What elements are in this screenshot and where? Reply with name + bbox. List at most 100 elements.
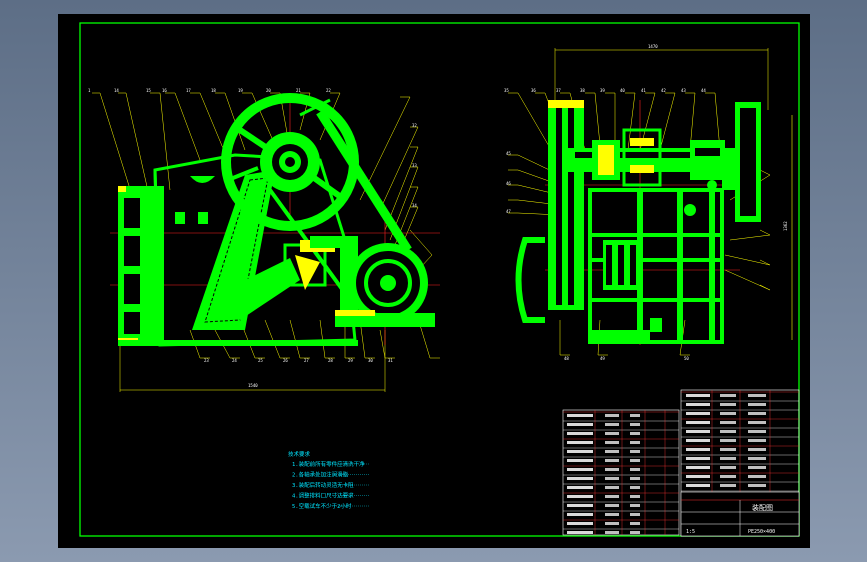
parts-cell-mat (630, 468, 640, 471)
balloon-number: 47 (506, 209, 511, 214)
parts-cell-mat (630, 486, 640, 489)
parts-cell-name (567, 468, 593, 471)
drawing-title: 装配图 (752, 503, 773, 512)
parts-cell-qty (720, 430, 736, 433)
balloon-number: 41 (641, 88, 646, 93)
parts-cell-qty (605, 414, 619, 417)
parts-cell-name (686, 430, 710, 433)
balloon-number: 14 (114, 88, 119, 93)
notes-heading: 技术要求 (288, 450, 311, 458)
drawing-scale: 1:5 (686, 529, 695, 535)
parts-cell-qty (605, 441, 619, 444)
parts-cell-qty (720, 475, 736, 478)
balloon-number: 29 (348, 358, 353, 363)
parts-cell-name (567, 432, 593, 435)
parts-cell-name (567, 414, 593, 417)
parts-cell-mat (630, 414, 640, 417)
balloon-number: 20 (266, 88, 271, 93)
parts-cell-name (686, 466, 710, 469)
parts-cell-qty (720, 448, 736, 451)
balloon-number: 32 (412, 123, 417, 128)
parts-cell-mat (748, 430, 766, 433)
parts-cell-qty (720, 484, 736, 487)
parts-cell-name (686, 403, 710, 406)
balloon-number: 39 (600, 88, 605, 93)
parts-cell-mat (630, 477, 640, 480)
parts-cell-qty (605, 486, 619, 489)
parts-cell-mat (748, 466, 766, 469)
parts-cell-qty (605, 423, 619, 426)
cad-viewport[interactable]: 1540 1470 1362 技术要求 1.装配前所有零件应清洗干净 2.各轴承… (0, 0, 867, 562)
balloon-number: 43 (681, 88, 686, 93)
dim-height-text: 1362 (783, 221, 788, 231)
balloon-number: 22 (326, 88, 331, 93)
balloon-number: 26 (283, 358, 288, 363)
parts-cell-name (567, 486, 593, 489)
parts-cell-mat (748, 421, 766, 424)
balloon-number: 16 (162, 88, 167, 93)
parts-cell-mat (630, 495, 640, 498)
balloon-number: 24 (232, 358, 237, 363)
balloon-number: 23 (204, 358, 209, 363)
balloon-number: 37 (556, 88, 561, 93)
front-base-plate (118, 340, 358, 346)
parts-cell-name (686, 421, 710, 424)
balloon-number: 49 (600, 356, 605, 361)
parts-cell-mat (630, 504, 640, 507)
parts-cell-name (567, 450, 593, 453)
parts-cell-name (567, 423, 593, 426)
parts-cell-qty (605, 531, 619, 534)
balloon-number: 46 (506, 181, 511, 186)
parts-cell-mat (630, 513, 640, 516)
parts-cell-name (686, 412, 710, 415)
balloon-number: 28 (328, 358, 333, 363)
balloon-number: 48 (564, 356, 569, 361)
parts-cell-qty (720, 421, 736, 424)
parts-cell-mat (748, 448, 766, 451)
balloon-number: 18 (211, 88, 216, 93)
balloon-number: 25 (258, 358, 263, 363)
parts-cell-qty (720, 403, 736, 406)
parts-cell-name (686, 484, 710, 487)
balloon-number: 45 (506, 151, 511, 156)
parts-cell-name (567, 495, 593, 498)
drawing-number: PE250×400 (748, 529, 775, 535)
parts-cell-name (686, 394, 710, 397)
parts-cell-qty (605, 522, 619, 525)
balloon-number: 30 (368, 358, 373, 363)
parts-cell-mat (630, 459, 640, 462)
parts-cell-name (686, 448, 710, 451)
parts-cell-qty (605, 504, 619, 507)
parts-cell-name (567, 513, 593, 516)
parts-cell-qty (720, 466, 736, 469)
parts-cell-mat (630, 522, 640, 525)
balloon-number: 42 (661, 88, 666, 93)
parts-cell-name (686, 475, 710, 478)
parts-cell-qty (720, 457, 736, 460)
parts-cell-qty (605, 450, 619, 453)
balloon-number: 33 (412, 163, 417, 168)
parts-cell-qty (605, 495, 619, 498)
parts-cell-qty (720, 412, 736, 415)
parts-cell-qty (605, 432, 619, 435)
parts-cell-mat (630, 531, 640, 534)
balloon-number: 21 (296, 88, 301, 93)
parts-cell-mat (748, 403, 766, 406)
parts-cell-mat (748, 484, 766, 487)
balloon-number: 15 (146, 88, 151, 93)
balloon-number: 17 (186, 88, 191, 93)
parts-cell-mat (630, 432, 640, 435)
parts-cell-name (567, 504, 593, 507)
balloon-number: 36 (531, 88, 536, 93)
parts-cell-mat (630, 423, 640, 426)
parts-cell-name (567, 459, 593, 462)
parts-cell-mat (630, 450, 640, 453)
dim-top-text: 1470 (648, 44, 658, 49)
parts-cell-qty (720, 439, 736, 442)
assembly-drawing: 1540 1470 1362 技术要求 1.装配前所有零件应清洗干净2.各轴承处… (58, 14, 810, 548)
balloon-number: 27 (304, 358, 309, 363)
balloon-number: 31 (388, 358, 393, 363)
side-flywheel (548, 100, 584, 310)
dim-length-text: 1540 (248, 383, 258, 388)
parts-cell-qty (605, 468, 619, 471)
